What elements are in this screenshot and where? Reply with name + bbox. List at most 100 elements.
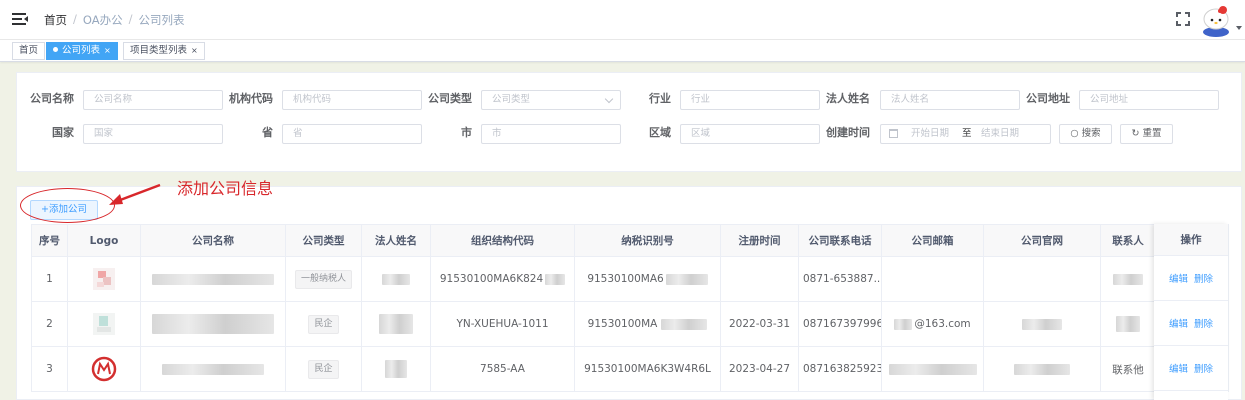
- email: @163.com: [914, 318, 971, 330]
- edit-button[interactable]: 编辑: [1169, 364, 1188, 375]
- placeholder: 国家: [94, 128, 114, 139]
- annotation-text: 添加公司信息: [177, 179, 274, 198]
- org-code-cell: YN-XUEHUA-1011: [430, 301, 575, 347]
- company-type-tag: 民企: [308, 314, 339, 334]
- redacted-blur: [385, 360, 407, 378]
- redacted-blur: [1022, 318, 1062, 330]
- website-cell: [983, 256, 1101, 302]
- tag-label: 首页: [19, 45, 39, 56]
- field-label: 创建时间: [826, 126, 870, 139]
- row-index: 1: [31, 256, 68, 302]
- field-label: 国家: [52, 126, 74, 139]
- delete-button[interactable]: 删除: [1194, 274, 1213, 285]
- chevron-down-icon[interactable]: [1236, 26, 1242, 30]
- redacted-blur: [894, 318, 913, 330]
- column-header: 纳税识别号: [574, 224, 721, 257]
- phone-cell: 0871-653887...: [798, 256, 882, 302]
- redacted-blur: [665, 273, 708, 285]
- created-date-range[interactable]: 开始日期 至 结束日期: [880, 124, 1051, 144]
- placeholder: 市: [492, 128, 502, 139]
- tax-id-cell: 91530100MA6: [574, 256, 721, 302]
- placeholder: 行业: [691, 94, 711, 105]
- navbar: 首页 / OA办公 / 公司列表: [0, 0, 1245, 40]
- logo-image: [93, 268, 115, 290]
- industry-input[interactable]: 行业: [680, 90, 820, 110]
- edit-button[interactable]: 编辑: [1169, 274, 1188, 285]
- delete-button[interactable]: 删除: [1194, 364, 1213, 375]
- placeholder: 区域: [691, 128, 711, 139]
- column-header: 联系人: [1100, 224, 1156, 257]
- avatar[interactable]: [1199, 3, 1233, 37]
- phone-cell: 087163825923: [798, 346, 882, 392]
- phone-cell: 087167397996: [798, 301, 882, 347]
- reg-date-cell: [720, 256, 799, 302]
- close-icon[interactable]: ×: [104, 46, 111, 55]
- province-input[interactable]: 省: [282, 124, 422, 144]
- redacted-blur: [152, 314, 274, 334]
- delete-button[interactable]: 删除: [1194, 319, 1213, 330]
- tax-id-cell: 91530100MA: [574, 301, 721, 347]
- close-icon[interactable]: ×: [191, 46, 198, 55]
- company-logo: [67, 346, 141, 392]
- field-label: 公司名称: [30, 92, 74, 105]
- column-header: 注册时间: [720, 224, 799, 257]
- tax-id-cell: 91530100MA6K3W4R6L: [574, 346, 721, 392]
- breadcrumb-section[interactable]: OA办公: [83, 12, 123, 28]
- column-header: Logo: [67, 224, 141, 257]
- company-name-input[interactable]: 公司名称: [83, 90, 223, 110]
- address-input[interactable]: 公司地址: [1079, 90, 1219, 110]
- row-actions: 编辑 删除: [1154, 301, 1228, 346]
- company-type-tag: 一般纳税人: [294, 269, 352, 289]
- hamburger-icon[interactable]: [12, 12, 28, 26]
- country-input[interactable]: 国家: [83, 124, 223, 144]
- search-icon: ○: [1070, 128, 1079, 139]
- tag-company-list[interactable]: 公司列表 ×: [46, 42, 118, 60]
- column-header: 公司联系电话: [798, 224, 882, 257]
- redacted-blur: [162, 363, 264, 375]
- fullscreen-icon[interactable]: [1176, 12, 1190, 26]
- reset-button[interactable]: ↻ 重置: [1120, 124, 1173, 144]
- field-label: 法人姓名: [826, 92, 870, 105]
- edit-button[interactable]: 编辑: [1169, 319, 1188, 330]
- logo-image: [91, 356, 117, 382]
- org-code-input[interactable]: 机构代码: [282, 90, 422, 110]
- calendar-icon: [889, 129, 898, 138]
- email-cell: [881, 256, 984, 302]
- contact-cell: [1100, 256, 1156, 302]
- field-label: 行业: [649, 92, 671, 105]
- column-header: 组织结构代码: [430, 224, 575, 257]
- redacted-blur: [661, 318, 708, 330]
- company-type-cell: 民企: [285, 301, 362, 347]
- breadcrumb-separator: /: [128, 12, 133, 26]
- company-logo: [67, 301, 141, 347]
- breadcrumb-current: 公司列表: [138, 13, 185, 27]
- breadcrumb-home[interactable]: 首页: [44, 12, 67, 28]
- tag-label: 公司列表: [62, 45, 101, 56]
- redacted-blur: [152, 273, 274, 285]
- company-name-redacted: [140, 256, 286, 302]
- city-input[interactable]: 市: [481, 124, 621, 144]
- company-type-select[interactable]: 公司类型: [481, 90, 621, 110]
- org-code-cell: 7585-AA: [430, 346, 575, 392]
- region-input[interactable]: 区域: [680, 124, 820, 144]
- legal-person-input[interactable]: 法人姓名: [880, 90, 1020, 110]
- contact-cell: 联系他: [1100, 346, 1156, 392]
- reg-date-cell: 2023-04-27: [720, 346, 799, 392]
- search-button[interactable]: ○ 搜索: [1059, 124, 1112, 144]
- column-header: 法人姓名: [361, 224, 431, 257]
- placeholder: 省: [293, 128, 303, 139]
- field-label: 区域: [649, 126, 671, 139]
- annotation-ellipse: [20, 188, 115, 223]
- tax-id: 91530100MA: [587, 318, 658, 330]
- company-type-cell: 一般纳税人: [285, 256, 362, 302]
- legal-person-redacted: [361, 346, 431, 392]
- redacted-blur: [1014, 363, 1070, 375]
- column-header: 公司名称: [140, 224, 286, 257]
- contact-cell: [1100, 301, 1156, 347]
- tag-project-type-list[interactable]: 项目类型列表 ×: [123, 42, 205, 60]
- placeholder: 公司名称: [94, 94, 133, 105]
- redacted-blur: [888, 363, 977, 375]
- search-form: [16, 72, 1242, 172]
- tag-home[interactable]: 首页: [12, 42, 46, 60]
- company-type-tag: 民企: [308, 359, 339, 379]
